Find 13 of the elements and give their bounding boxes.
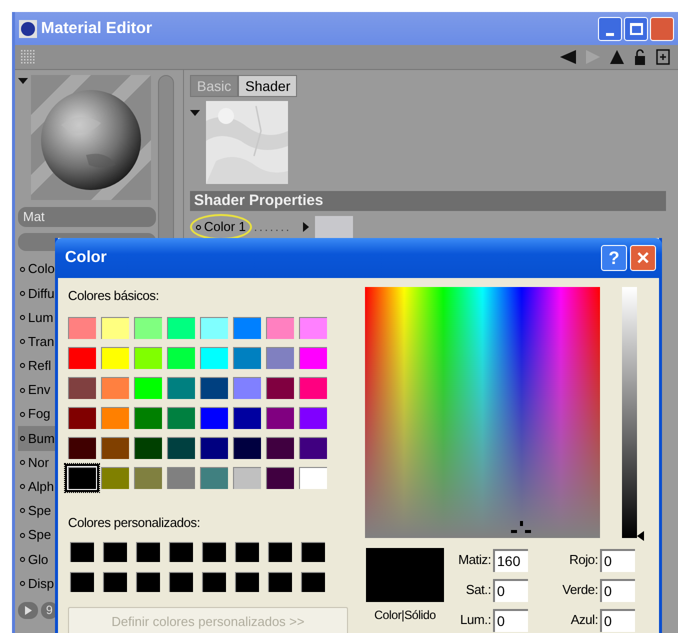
field-label: Verde: <box>561 581 599 600</box>
leader-dots: ....... <box>254 219 292 236</box>
dialog-title: Color <box>65 248 107 268</box>
field-label: Sat.: <box>464 581 492 600</box>
field-label: Lum.: <box>459 611 492 630</box>
preview-label: Color|Sólido <box>374 607 436 624</box>
section-label: Colores básicos: <box>68 287 160 305</box>
section-header: Shader Properties <box>190 191 666 211</box>
field-label: Azul: <box>570 611 599 630</box>
section-label: Colores personalizados: <box>68 514 201 532</box>
field-label: Rojo: <box>568 551 599 570</box>
field-label: Matiz: <box>457 551 492 570</box>
window-title: Material Editor <box>41 18 152 38</box>
